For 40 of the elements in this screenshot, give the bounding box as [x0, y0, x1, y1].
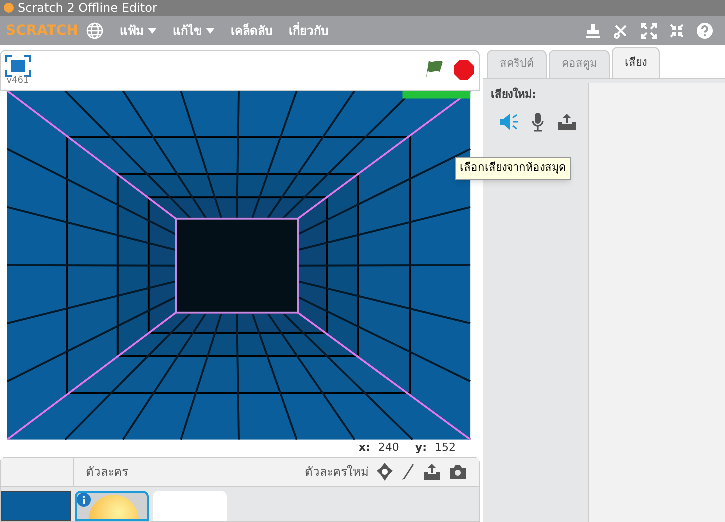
app-icon — [4, 3, 14, 13]
help-icon[interactable] — [697, 22, 713, 38]
stage-thumbnail[interactable] — [1, 490, 71, 521]
sprite-thumbnail[interactable] — [153, 490, 227, 521]
menu-item[interactable]: แฟ้ม — [120, 22, 157, 40]
caret-icon — [206, 28, 215, 34]
menu-item[interactable]: เคล็ดลับ — [231, 22, 273, 40]
tab[interactable]: เสียง — [612, 47, 660, 78]
window-title: Scratch 2 Offline Editor — [18, 2, 158, 14]
stop-icon[interactable] — [453, 59, 475, 82]
caret-icon — [148, 28, 157, 34]
expand-icon[interactable] — [641, 22, 657, 38]
new-sound-label: เสียงใหม่: — [491, 87, 538, 103]
microphone-icon[interactable] — [531, 112, 545, 132]
camera-icon[interactable] — [449, 464, 467, 480]
sprite-thumbnail[interactable] — [75, 490, 149, 521]
y-label: y: — [415, 440, 427, 456]
sprite-face-icon[interactable] — [377, 462, 393, 481]
scissors-icon[interactable] — [613, 22, 629, 38]
info-icon[interactable] — [77, 492, 91, 507]
tab[interactable]: คอสตูม — [549, 50, 610, 78]
speaker-icon[interactable] — [499, 112, 519, 130]
new-sprite-label: ตัวละครใหม่ — [305, 464, 369, 481]
stamp-icon[interactable] — [585, 22, 601, 38]
paintbrush-icon[interactable] — [401, 462, 415, 481]
globe-icon[interactable] — [86, 22, 104, 40]
shrink-icon[interactable] — [669, 22, 685, 38]
menu-item[interactable]: แก้ไข — [173, 22, 215, 40]
tooltip: เลือกเสียงจากห้องสมุด — [455, 157, 571, 180]
fullscreen-icon[interactable] — [5, 54, 31, 77]
flag-icon[interactable] — [423, 59, 445, 82]
x-value: 240 — [378, 440, 400, 456]
upload-icon[interactable] — [423, 462, 441, 481]
sprite-panel-title: ตัวละคร — [86, 464, 128, 481]
menu-item[interactable]: เกี่ยวกับ — [289, 22, 329, 40]
version-label: v461 — [6, 76, 30, 86]
tab[interactable]: สคริปต์ — [487, 50, 547, 78]
x-label: x: — [358, 440, 370, 456]
upload-icon[interactable] — [557, 112, 577, 130]
y-value: 152 — [435, 440, 456, 456]
